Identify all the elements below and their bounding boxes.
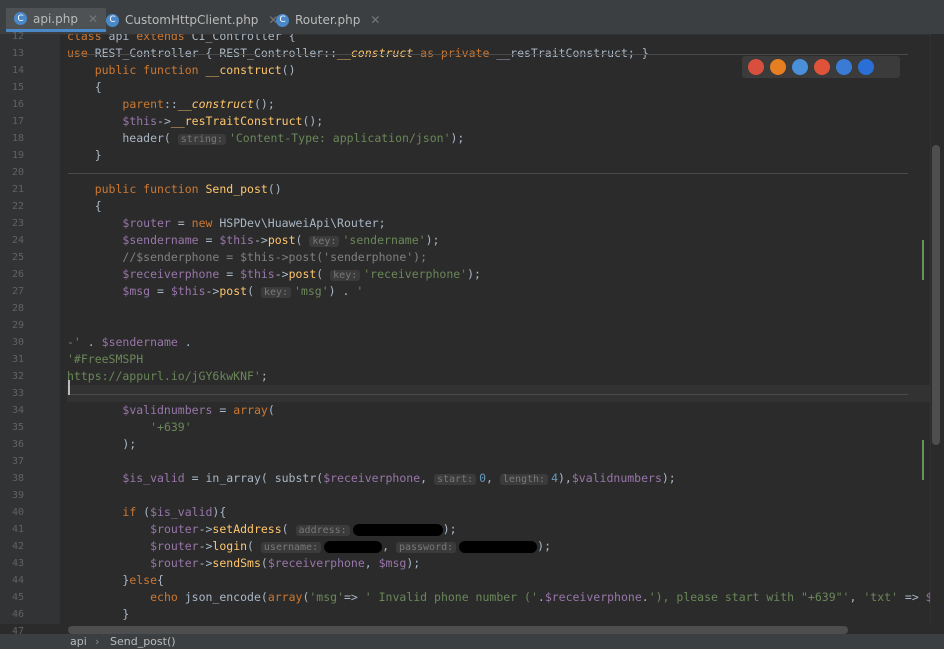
line-number: 33: [11, 388, 24, 399]
line-number: 15: [11, 82, 24, 93]
tab-label: Router.php: [295, 13, 361, 27]
safari-icon[interactable]: [792, 59, 808, 75]
code-line[interactable]: $this->__resTraitConstruct();: [67, 113, 323, 130]
line-number: 14: [11, 65, 24, 76]
code-line[interactable]: $msg = $this->post( key:'msg') . ': [67, 283, 363, 300]
code-line[interactable]: $router->login( username:, password:);: [67, 538, 551, 555]
close-icon[interactable]: ✕: [370, 13, 380, 27]
line-number: 45: [11, 592, 24, 603]
code-line[interactable]: https://appurl.io/jGY6kwKNF';: [67, 368, 268, 385]
text-caret: [68, 380, 70, 395]
line-number: 17: [11, 116, 24, 127]
line-number: 12: [11, 31, 24, 42]
code-line[interactable]: }else{: [67, 572, 164, 589]
code-line[interactable]: echo json_encode(array('msg'=> ' Invalid…: [67, 589, 930, 606]
code-line[interactable]: $sendername = $this->post( key:'senderna…: [67, 232, 439, 249]
code-line[interactable]: $is_valid = in_array( substr($receiverph…: [67, 470, 676, 487]
breadcrumb-bar: api › Send_post(): [0, 634, 944, 649]
line-number: 22: [11, 201, 24, 212]
line-number: 42: [11, 541, 24, 552]
line-number-gutter[interactable]: 12 13 14 15 16 17 18 19 20 21 22 23 24 25 26 27 28 29 30 31…: [0, 31, 60, 637]
line-number: 36: [11, 439, 24, 450]
tab-customhttpclient-php[interactable]: C CustomHttpClient.php ✕: [98, 8, 286, 32]
line-number: 31: [11, 354, 24, 365]
line-number: 41: [11, 524, 24, 535]
chrome-icon[interactable]: [748, 59, 764, 75]
code-line[interactable]: }: [67, 623, 102, 624]
line-number: 27: [11, 286, 24, 297]
line-number: 23: [11, 218, 24, 229]
change-marker: [922, 440, 924, 480]
code-line[interactable]: $validnumbers = array(: [67, 402, 274, 419]
browser-preview-toolbar: [742, 56, 900, 78]
line-number: 16: [11, 99, 24, 110]
firefox-icon[interactable]: [770, 59, 786, 75]
line-number: 25: [11, 252, 24, 263]
line-number: 28: [11, 303, 24, 314]
line-number: 37: [11, 456, 24, 467]
code-line[interactable]: {: [67, 79, 102, 96]
line-number: 46: [11, 609, 24, 620]
code-line[interactable]: '#FreeSMSPH: [67, 351, 143, 368]
code-line[interactable]: );: [67, 436, 136, 453]
php-file-icon: C: [276, 13, 289, 27]
line-number: 40: [11, 507, 24, 518]
php-file-icon: C: [106, 13, 119, 27]
line-number: 32: [11, 371, 24, 382]
line-number: 29: [11, 320, 24, 331]
method-separator: [68, 54, 908, 55]
change-marker: [922, 240, 924, 280]
tab-router-php[interactable]: C Router.php ✕: [268, 8, 388, 32]
code-line[interactable]: $router = new HSPDev\HuaweiApi\Router;: [67, 215, 385, 232]
code-line[interactable]: public function __construct(): [67, 62, 296, 79]
line-number: 39: [11, 490, 24, 501]
code-line[interactable]: //$senderphone = $this->post('senderphon…: [67, 249, 427, 266]
breadcrumb-separator: ›: [95, 635, 100, 648]
line-number: 21: [11, 184, 24, 195]
line-number: 38: [11, 473, 24, 484]
internet-explorer-icon[interactable]: [836, 59, 852, 75]
line-number: 19: [11, 150, 24, 161]
method-separator: [68, 394, 908, 395]
line-number: 35: [11, 422, 24, 433]
line-number: 13: [11, 48, 24, 59]
code-line[interactable]: class api extends CI_Controller {: [67, 34, 296, 45]
code-line[interactable]: }: [67, 147, 102, 164]
code-line[interactable]: {: [67, 198, 102, 215]
tab-label: api.php: [33, 11, 78, 26]
close-icon[interactable]: ✕: [88, 12, 98, 26]
code-line[interactable]: public function Send_post(): [67, 181, 282, 198]
line-number: 34: [11, 405, 24, 416]
code-line[interactable]: -' . $sendername .: [67, 334, 192, 351]
opera-icon[interactable]: [814, 59, 830, 75]
code-line[interactable]: $router->setAddress( address:);: [67, 521, 457, 538]
horizontal-scrollbar[interactable]: [68, 626, 848, 634]
breadcrumb-class[interactable]: api: [70, 635, 87, 648]
line-number: 18: [11, 133, 24, 144]
code-line[interactable]: if ($is_valid){: [67, 504, 226, 521]
code-line[interactable]: parent::__construct();: [67, 96, 274, 113]
code-line[interactable]: $router->sendSms($receiverphone, $msg);: [67, 555, 420, 572]
line-number: 26: [11, 269, 24, 280]
vertical-scrollbar-thumb[interactable]: [932, 145, 940, 445]
line-number: 30: [11, 337, 24, 348]
method-separator: [68, 173, 908, 174]
edge-icon[interactable]: [858, 59, 874, 75]
code-editor[interactable]: class api extends CI_Controller {use RES…: [60, 34, 930, 624]
line-number: 44: [11, 575, 24, 586]
code-line[interactable]: }: [67, 606, 129, 623]
breadcrumb-method[interactable]: Send_post(): [110, 635, 176, 648]
line-number: 24: [11, 235, 24, 246]
editor-tab-bar: C api.php ✕ C CustomHttpClient.php ✕ C R…: [0, 0, 944, 35]
tab-label: CustomHttpClient.php: [125, 13, 259, 27]
line-number: 43: [11, 558, 24, 569]
code-line[interactable]: header( string: 'Content-Type: applicatio…: [67, 130, 464, 147]
code-line[interactable]: $receiverphone = $this->post( key:'recei…: [67, 266, 481, 283]
code-line[interactable]: '+639': [67, 419, 192, 436]
php-file-icon: C: [14, 12, 27, 25]
line-number: 20: [11, 167, 24, 178]
